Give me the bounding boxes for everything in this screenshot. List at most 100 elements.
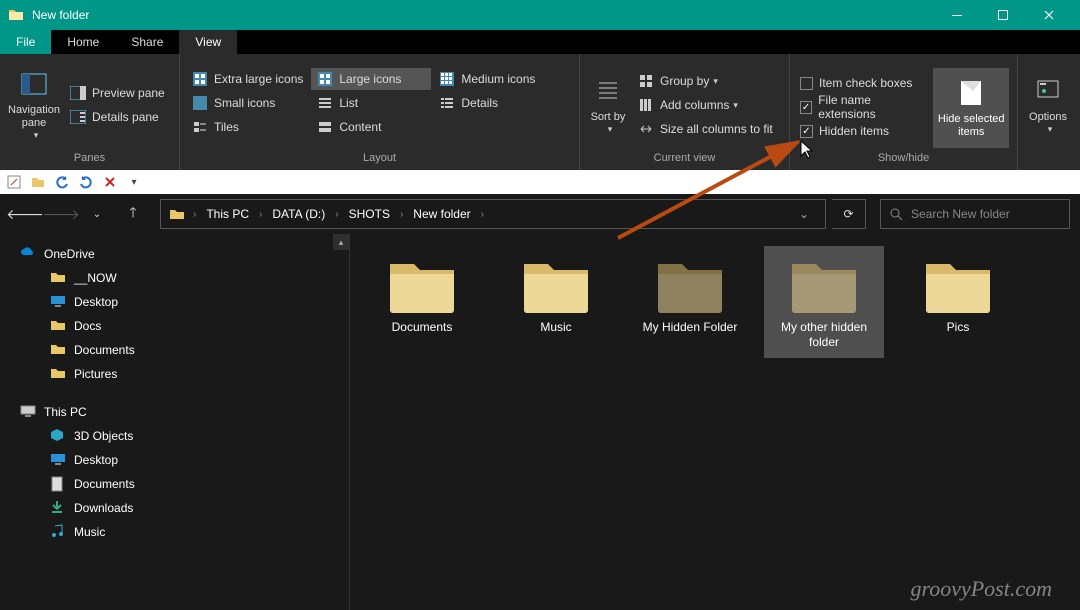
breadcrumb-shots[interactable]: SHOTS — [347, 207, 392, 221]
layout-large[interactable]: Large icons — [311, 68, 431, 90]
group-icon — [638, 73, 654, 89]
back-button[interactable]: 🡐 — [10, 199, 40, 229]
folder-item[interactable]: My Hidden Folder — [630, 246, 750, 358]
sidebar-docs[interactable]: Docs — [0, 314, 349, 338]
ribbon: Navigation pane ▾ Preview pane Details p… — [0, 54, 1080, 170]
properties-icon[interactable] — [6, 174, 22, 190]
undo-icon[interactable] — [54, 174, 70, 190]
sidebar-documents[interactable]: Documents — [0, 472, 349, 496]
hidden-items-checkbox[interactable]: ✓Hidden items — [794, 120, 929, 142]
breadcrumb-data[interactable]: DATA (D:) — [270, 207, 327, 221]
preview-pane-icon — [70, 85, 86, 101]
sidebar-3d-objects[interactable]: 3D Objects — [0, 424, 349, 448]
group-label-panes: Panes — [0, 152, 179, 170]
details-pane-icon — [70, 109, 86, 125]
minimize-button[interactable] — [934, 0, 980, 30]
tiles-icon — [192, 119, 208, 135]
layout-content[interactable]: Content — [311, 116, 431, 138]
search-input[interactable]: Search New folder — [880, 199, 1070, 229]
download-icon — [50, 500, 66, 516]
breadcrumb-thispc[interactable]: This PC — [204, 207, 251, 221]
layout-small[interactable]: Small icons — [186, 92, 309, 114]
sidebar-scroll-up[interactable]: ▴ — [333, 234, 349, 250]
layout-extra-large[interactable]: Extra large icons — [186, 68, 309, 90]
refresh-button[interactable]: ⟳ — [832, 199, 866, 229]
sort-by-button[interactable]: Sort by ▾ — [584, 65, 632, 145]
redo-icon[interactable] — [78, 174, 94, 190]
sidebar-downloads[interactable]: Downloads — [0, 496, 349, 520]
breadcrumb-sep[interactable]: › — [331, 209, 342, 220]
grid-icon — [192, 71, 208, 87]
sidebar-now[interactable]: __NOW — [0, 266, 349, 290]
sidebar-desktop-onedrive[interactable]: Desktop — [0, 290, 349, 314]
sidebar-pictures[interactable]: Pictures — [0, 362, 349, 386]
group-label-show-hide: Show/hide — [790, 152, 1017, 170]
up-button[interactable]: 🡑 — [118, 199, 148, 229]
folder-icon[interactable] — [30, 174, 46, 190]
tab-home[interactable]: Home — [51, 30, 115, 54]
folder-icon — [50, 342, 66, 358]
item-check-boxes-checkbox[interactable]: Item check boxes — [794, 72, 929, 94]
recent-dropdown[interactable]: ⌄ — [82, 199, 112, 229]
sidebar-music[interactable]: Music — [0, 520, 349, 544]
title-bar: New folder — [0, 0, 1080, 30]
folder-item[interactable]: Pics — [898, 246, 1018, 358]
layout-list[interactable]: List — [311, 92, 431, 114]
navigation-pane-icon — [18, 69, 50, 100]
folder-content[interactable]: Documents Music My Hidden Folder My other h… — [350, 234, 1080, 610]
list-icon — [317, 95, 333, 111]
window-folder-icon — [8, 7, 24, 23]
folder-name: Music — [540, 320, 571, 350]
folder-icon — [50, 318, 66, 334]
grid-icon — [439, 71, 455, 87]
forward-button[interactable]: 🡒 — [46, 199, 76, 229]
size-columns-button[interactable]: Size all columns to fit — [632, 118, 779, 140]
group-label-layout: Layout — [180, 152, 579, 170]
details-pane-button[interactable]: Details pane — [64, 106, 171, 128]
folder-name: My Hidden Folder — [643, 320, 738, 350]
sidebar-documents-onedrive[interactable]: Documents — [0, 338, 349, 362]
music-icon — [50, 524, 66, 540]
file-name-extensions-checkbox[interactable]: ✓File name extensions — [794, 96, 929, 118]
folder-item[interactable]: Music — [496, 246, 616, 358]
size-columns-icon — [638, 121, 654, 137]
folder-item[interactable]: Documents — [362, 246, 482, 358]
breadcrumb-sep[interactable]: › — [255, 209, 266, 220]
qat-dropdown-icon[interactable]: ▾ — [126, 174, 142, 190]
tab-share[interactable]: Share — [115, 30, 179, 54]
breadcrumb-sep[interactable]: › — [477, 209, 488, 220]
breadcrumb-newfolder[interactable]: New folder — [411, 207, 472, 221]
checkbox-checked-icon: ✓ — [800, 125, 813, 138]
tab-file[interactable]: File — [0, 30, 51, 54]
folder-name: Documents — [392, 320, 453, 350]
sidebar-onedrive[interactable]: OneDrive — [0, 242, 349, 266]
sidebar-scrollbar[interactable] — [333, 234, 349, 610]
sidebar-this-pc[interactable]: This PC — [0, 400, 349, 424]
preview-pane-button[interactable]: Preview pane — [64, 82, 171, 104]
sidebar-desktop[interactable]: Desktop — [0, 448, 349, 472]
chevron-down-icon: ▾ — [34, 130, 39, 141]
address-bar[interactable]: › This PC › DATA (D:) › SHOTS › New fold… — [160, 199, 826, 229]
layout-tiles[interactable]: Tiles — [186, 116, 309, 138]
cursor-icon — [800, 140, 814, 160]
hide-selected-items-button[interactable]: Hide selected items — [933, 68, 1009, 148]
close-button[interactable] — [1026, 0, 1072, 30]
options-button[interactable]: Options ▾ — [1022, 65, 1074, 145]
chevron-down-icon: ▾ — [713, 76, 718, 87]
chevron-down-icon: ▾ — [733, 100, 738, 111]
layout-medium[interactable]: Medium icons — [433, 68, 553, 90]
delete-icon[interactable] — [102, 174, 118, 190]
window-title: New folder — [32, 8, 934, 22]
folder-icon — [50, 366, 66, 382]
add-columns-button[interactable]: Add columns▾ — [632, 94, 779, 116]
addressbar-dropdown[interactable]: ⌄ — [791, 199, 817, 229]
folder-item[interactable]: My other hidden folder — [764, 246, 884, 358]
group-by-button[interactable]: Group by▾ — [632, 70, 779, 92]
tab-view[interactable]: View — [179, 30, 237, 54]
breadcrumb-sep[interactable]: › — [189, 209, 200, 220]
maximize-button[interactable] — [980, 0, 1026, 30]
breadcrumb-sep[interactable]: › — [396, 209, 407, 220]
layout-details[interactable]: Details — [433, 92, 553, 114]
checkbox-icon — [800, 77, 813, 90]
navigation-pane-button[interactable]: Navigation pane ▾ — [4, 65, 64, 145]
